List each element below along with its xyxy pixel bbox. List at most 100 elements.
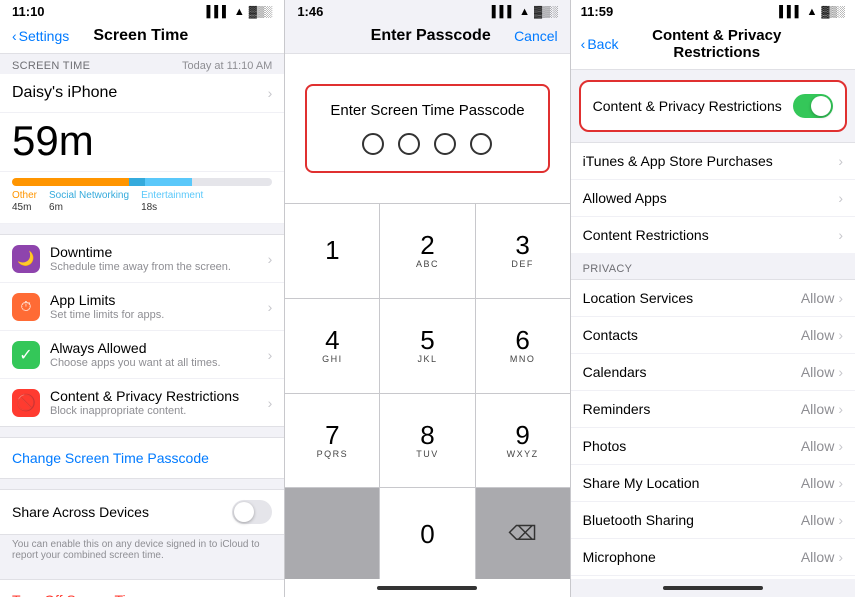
device-name-row[interactable]: Daisy's iPhone › [0, 74, 284, 113]
status-icons-panel3: ▌▌▌ ▲ ▓▒░ [779, 6, 845, 18]
passcode-dot-4 [470, 133, 492, 155]
device-name-label: Daisy's iPhone [12, 84, 117, 102]
chevron-icon-p2: › [838, 364, 843, 380]
usage-segment-rest [192, 178, 273, 186]
passcode-dot-3 [434, 133, 456, 155]
privacy-item-location[interactable]: Location Services Allow › [571, 280, 855, 317]
chevron-icon-s1: › [838, 190, 843, 206]
num-key-delete[interactable]: ⌫ [476, 488, 570, 579]
change-passcode-link[interactable]: Change Screen Time Passcode [0, 437, 284, 479]
signal-icon: ▌▌▌ [206, 6, 229, 18]
list-item-content-restrictions[interactable]: 🚫 Content & Privacy Restrictions Block i… [0, 379, 284, 426]
signal-icon-p3: ▌▌▌ [779, 6, 802, 18]
num-key-1[interactable]: 1 [285, 204, 379, 298]
signal-icon-p2: ▌▌▌ [492, 6, 515, 18]
usage-segment-entertainment [145, 178, 192, 186]
content-restrictions-toggle[interactable] [793, 94, 833, 118]
num-key-0[interactable]: 0 [380, 488, 474, 579]
num-key-8[interactable]: 8 TUV [380, 394, 474, 488]
chevron-icon: › [268, 395, 273, 411]
num-key-4[interactable]: 4 GHI [285, 299, 379, 393]
privacy-item-photos[interactable]: Photos Allow › [571, 428, 855, 465]
num-key-2[interactable]: 2 ABC [380, 204, 474, 298]
usage-time-display: 59m [0, 113, 284, 172]
chevron-icon: › [268, 347, 273, 363]
num-key-7[interactable]: 7 PQRS [285, 394, 379, 488]
passcode-dot-2 [398, 133, 420, 155]
passcode-top-bar: Enter Passcode Cancel [285, 21, 569, 54]
share-devices-toggle[interactable] [232, 500, 272, 524]
chevron-icon-s2: › [838, 227, 843, 243]
status-time-panel3: 11:59 [581, 4, 614, 19]
wifi-icon-p2: ▲ [519, 6, 530, 18]
content-privacy-panel: 11:59 ▌▌▌ ▲ ▓▒░ ‹ Back Content & Privacy… [571, 0, 855, 597]
status-icons-panel1: ▌▌▌ ▲ ▓▒░ [206, 6, 272, 18]
nav-bar-panel1: ‹ Settings Screen Time [0, 21, 284, 54]
chevron-icon-p1: › [838, 327, 843, 343]
passcode-panel: 1:46 ▌▌▌ ▲ ▓▒░ Enter Passcode Cancel Ent… [284, 0, 570, 597]
privacy-item-share-location[interactable]: Share My Location Allow › [571, 465, 855, 502]
content-restrictions-item[interactable]: Content Restrictions › [571, 217, 855, 253]
features-list: 🌙 Downtime Schedule time away from the s… [0, 234, 284, 427]
num-key-9[interactable]: 9 WXYZ [476, 394, 570, 488]
chevron-icon-p6: › [838, 512, 843, 528]
cancel-button[interactable]: Cancel [514, 28, 558, 44]
nav-bar-panel3: ‹ Back Content & Privacy Restrictions [571, 21, 855, 70]
numpad: 1 2 ABC 3 DEF 4 GHI 5 JKL 6 MNO [285, 203, 569, 579]
back-button-panel3[interactable]: ‹ Back [581, 36, 619, 52]
downtime-icon: 🌙 [12, 245, 40, 273]
screen-time-panel: 11:10 ▌▌▌ ▲ ▓▒░ ‹ Settings Screen Time S… [0, 0, 284, 597]
chevron-left-icon-p3: ‹ [581, 36, 586, 52]
battery-icon-p3: ▓▒░ [821, 6, 845, 18]
usage-segment-other [12, 178, 129, 186]
privacy-item-bluetooth[interactable]: Bluetooth Sharing Allow › [571, 502, 855, 539]
chevron-left-icon: ‹ [12, 28, 17, 44]
chevron-icon-p3: › [838, 401, 843, 417]
screen-time-title: Screen Time [69, 27, 212, 45]
privacy-section-header: PRIVACY [571, 253, 855, 279]
num-2-label: 2 [420, 232, 434, 258]
wifi-icon-p3: ▲ [806, 6, 817, 18]
usage-segment-social [129, 178, 145, 186]
chevron-icon-p7: › [838, 549, 843, 565]
home-bar-p3 [663, 586, 763, 590]
app-limits-icon: ⏱ [12, 293, 40, 321]
home-indicator-panel3 [571, 579, 855, 597]
num-1-label: 1 [325, 237, 339, 263]
privacy-item-microphone[interactable]: Microphone Allow › [571, 539, 855, 576]
list-item-always-allowed[interactable]: ✓ Always Allowed Choose apps you want at… [0, 331, 284, 379]
settings-list: iTunes & App Store Purchases › Allowed A… [571, 142, 855, 253]
content-privacy-title: Content & Privacy Restrictions [618, 27, 815, 61]
list-item-downtime[interactable]: 🌙 Downtime Schedule time away from the s… [0, 235, 284, 283]
num-key-5[interactable]: 5 JKL [380, 299, 474, 393]
passcode-dot-1 [362, 133, 384, 155]
num-key-6[interactable]: 6 MNO [476, 299, 570, 393]
allowed-apps-item[interactable]: Allowed Apps › [571, 180, 855, 217]
privacy-item-calendars[interactable]: Calendars Allow › [571, 354, 855, 391]
home-bar-p2 [377, 586, 477, 590]
battery-icon: ▓▒░ [249, 6, 273, 18]
itunes-purchases-item[interactable]: iTunes & App Store Purchases › [571, 143, 855, 180]
chevron-icon: › [268, 251, 273, 267]
privacy-list: Location Services Allow › Contacts Allow… [571, 279, 855, 579]
privacy-item-reminders[interactable]: Reminders Allow › [571, 391, 855, 428]
content-restrictions-toggle-label: Content & Privacy Restrictions [593, 98, 782, 114]
status-bar-panel3: 11:59 ▌▌▌ ▲ ▓▒░ [571, 0, 855, 21]
back-button-panel1[interactable]: ‹ Settings [12, 28, 69, 44]
usage-bar-container: Other 45m Social Networking 6m Entertain… [0, 172, 284, 224]
turn-off-link[interactable]: Turn Off Screen Time [0, 579, 284, 597]
usage-labels: Other 45m Social Networking 6m Entertain… [12, 190, 272, 213]
usage-label-entertainment: Entertainment 18s [141, 190, 203, 213]
screen-time-date: Today at 11:10 AM [182, 60, 272, 72]
num-3-label: 3 [515, 232, 529, 258]
list-item-app-limits[interactable]: ⏱ App Limits Set time limits for apps. › [0, 283, 284, 331]
num-key-empty [285, 488, 379, 579]
status-icons-panel2: ▌▌▌ ▲ ▓▒░ [492, 6, 558, 18]
usage-label-other: Other 45m [12, 190, 37, 213]
home-indicator-panel2 [285, 579, 569, 597]
share-devices-note: You can enable this on any device signed… [0, 535, 284, 569]
content-restrictions-text: Content & Privacy Restrictions Block ina… [50, 388, 258, 417]
privacy-item-contacts[interactable]: Contacts Allow › [571, 317, 855, 354]
status-bar-panel2: 1:46 ▌▌▌ ▲ ▓▒░ [285, 0, 569, 21]
num-key-3[interactable]: 3 DEF [476, 204, 570, 298]
